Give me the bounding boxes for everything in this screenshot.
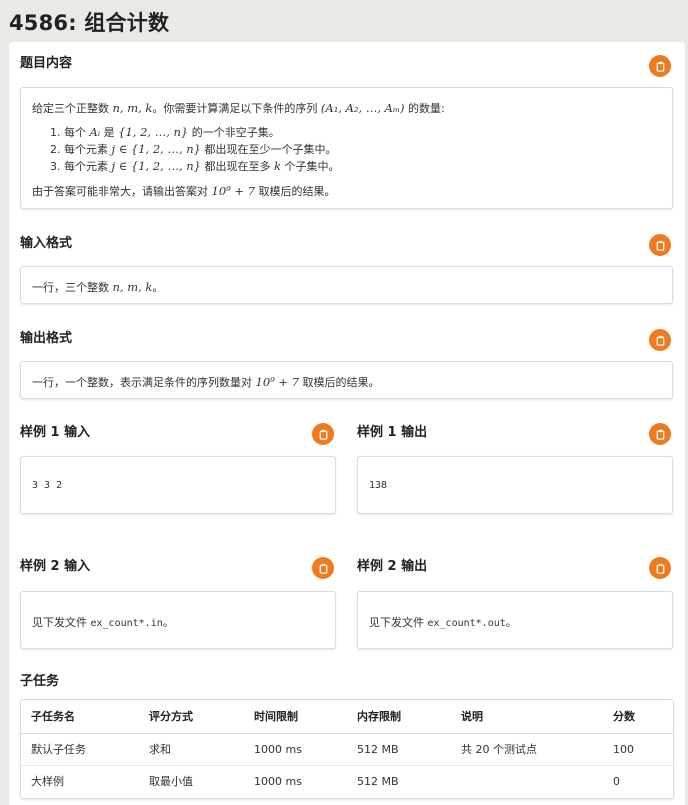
clipboard-icon <box>319 563 327 574</box>
clipboard-icon <box>656 61 664 72</box>
copy-sample-1-output-button[interactable] <box>649 423 671 445</box>
input-format-text: 一行，三个整数 n, m, k。 <box>32 280 164 294</box>
sample-1-input-title: 样例 1 输入 <box>20 425 91 440</box>
sample-2-input-content: 见下发文件 ex_count*.in。 <box>32 616 174 629</box>
cell-description <box>451 765 603 797</box>
problem-panel: 题目内容 给定三个正整数 n, m, k。你需要计算满足以下条件的序列 (A₁,… <box>9 42 685 805</box>
input-format-box: 一行，三个整数 n, m, k。 <box>20 266 673 304</box>
copy-sample-1-input-button[interactable] <box>312 423 334 445</box>
statement-title: 题目内容 <box>20 56 73 71</box>
sample-1-output-title: 样例 1 输出 <box>357 425 428 440</box>
clipboard-icon <box>656 240 664 251</box>
sample-1-output-box[interactable]: 138 <box>357 456 673 514</box>
clipboard-icon <box>656 563 664 574</box>
sample-2-output-content: 见下发文件 ex_count*.out。 <box>369 616 517 629</box>
output-format-text: 一行，一个整数，表示满足条件的序列数量对 10⁹ + 7 取模后的结果。 <box>32 375 380 389</box>
statement-intro: 给定三个正整数 n, m, k。你需要计算满足以下条件的序列 (A₁, A₂, … <box>32 101 445 115</box>
cell-scoring: 取最小值 <box>149 775 193 789</box>
sample-2-output-title: 样例 2 输出 <box>357 559 428 574</box>
clipboard-icon <box>656 429 664 440</box>
copy-input-format-button[interactable] <box>649 234 671 256</box>
table-row: 大样例 取最小值 1000 ms 512 MB 0 <box>21 765 673 797</box>
subtasks-table: 子任务名 评分方式 时间限制 内存限制 说明 分数 默认子任务 求和 1000 … <box>20 699 674 799</box>
copy-sample-2-input-button[interactable] <box>312 557 334 579</box>
cell-subtask-name: 默认子任务 <box>21 733 139 766</box>
output-format-box: 一行，一个整数，表示满足条件的序列数量对 10⁹ + 7 取模后的结果。 <box>20 361 673 399</box>
input-format-title: 输入格式 <box>20 236 73 251</box>
clipboard-icon <box>319 429 327 440</box>
cell-description: 共 20 个测试点 <box>451 733 603 766</box>
sample-1-input-content: 3 3 2 <box>32 480 63 491</box>
cell-memory-limit: 512 MB <box>347 733 451 766</box>
condition-3: 3. 每个元素 j ∈ {1, 2, …, n} 都出现在至多 k 个子集中。 <box>50 159 340 173</box>
sample-2-output-box[interactable]: 见下发文件 ex_count*.out。 <box>357 591 673 649</box>
header-description: 说明 <box>451 700 603 734</box>
condition-2: 2. 每个元素 j ∈ {1, 2, …, n} 都出现在至少一个子集中。 <box>50 142 337 156</box>
cell-subtask-name: 大样例 <box>31 775 64 789</box>
statement-modulo: 由于答案可能非常大，请输出答案对 10⁹ + 7 取模后的结果。 <box>32 184 336 198</box>
cell-scoring: 求和 <box>139 733 244 766</box>
page-title: 4586: 组合计数 <box>9 11 170 35</box>
statement-box: 给定三个正整数 n, m, k。你需要计算满足以下条件的序列 (A₁, A₂, … <box>20 87 673 209</box>
subtasks-title: 子任务 <box>20 674 60 689</box>
cell-time-limit: 1000 ms <box>244 733 347 766</box>
sample-1-output-content: 138 <box>369 480 388 491</box>
clipboard-icon <box>656 335 664 346</box>
cell-memory-limit: 512 MB <box>357 774 399 788</box>
copy-output-format-button[interactable] <box>649 329 671 351</box>
header-memory-limit: 内存限制 <box>347 700 451 734</box>
condition-1: 1. 每个 Aᵢ 是 {1, 2, …, n} 的一个非空子集。 <box>50 125 280 139</box>
sample-2-input-title: 样例 2 输入 <box>20 559 91 574</box>
table-row: 默认子任务 求和 1000 ms 512 MB 共 20 个测试点 100 <box>21 733 673 766</box>
sample-2-input-box[interactable]: 见下发文件 ex_count*.in。 <box>20 591 336 649</box>
header-subtask-name: 子任务名 <box>21 700 139 734</box>
cell-time-limit: 1000 ms <box>254 774 302 788</box>
header-time-limit: 时间限制 <box>244 700 347 734</box>
cell-score: 0 <box>613 774 620 788</box>
header-score: 分数 <box>603 700 673 734</box>
sample-1-input-box[interactable]: 3 3 2 <box>20 456 336 514</box>
table-header-row: 子任务名 评分方式 时间限制 内存限制 说明 分数 <box>21 700 673 734</box>
output-format-title: 输出格式 <box>20 331 73 346</box>
header-scoring: 评分方式 <box>139 700 244 734</box>
copy-statement-button[interactable] <box>649 55 671 77</box>
cell-score: 100 <box>603 733 673 766</box>
copy-sample-2-output-button[interactable] <box>649 557 671 579</box>
